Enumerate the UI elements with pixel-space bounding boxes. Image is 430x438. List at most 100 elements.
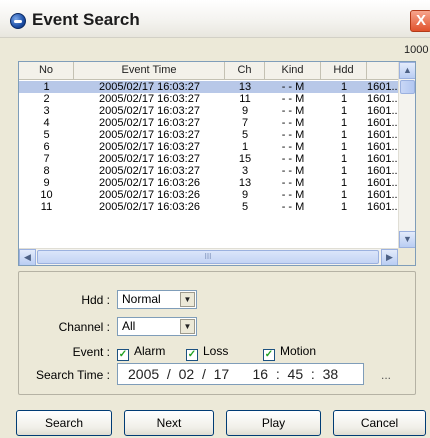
row-kind: - - M [281, 117, 305, 129]
list-header: No Event Time Ch Kind Hdd [19, 62, 398, 80]
table-row[interactable]: 1 2005/02/17 16:03:27 13 - - M 1 1601... [19, 81, 398, 93]
row-extra: 1601... [367, 129, 398, 141]
row-hdd: 1 [340, 141, 348, 153]
cancel-button[interactable]: Cancel [333, 410, 426, 436]
row-event-time: 2005/02/17 16:03:27 [99, 105, 200, 117]
row-kind: - - M [281, 177, 305, 189]
checkbox-check-icon: ✓ [263, 349, 275, 361]
row-extra: 1601... [367, 93, 398, 105]
chevron-down-icon[interactable]: ▼ [180, 292, 195, 307]
scroll-left-button[interactable]: ◀ [19, 249, 36, 265]
loss-checkbox-label: Loss [203, 344, 229, 358]
column-header-extra[interactable] [367, 62, 398, 80]
row-channel: 7 [241, 117, 249, 129]
row-no: 3 [43, 105, 50, 117]
chevron-down-icon[interactable]: ▼ [180, 319, 195, 334]
loss-checkbox[interactable]: ✓ Loss [186, 344, 229, 361]
scroll-down-button[interactable]: ▼ [399, 231, 415, 248]
column-header-ch[interactable]: Ch [225, 62, 265, 80]
alarm-checkbox[interactable]: ✓ Alarm [117, 344, 166, 361]
table-row[interactable]: 7 2005/02/17 16:03:27 15 - - M 1 1601... [19, 153, 398, 165]
search-time-field[interactable]: 2005 / 02 / 17 16 : 45 : 38 [117, 363, 364, 385]
row-hdd: 1 [340, 105, 348, 117]
row-channel: 15 [238, 153, 252, 165]
play-button[interactable]: Play [226, 410, 321, 436]
table-row[interactable]: 10 2005/02/17 16:03:26 9 - - M 1 1601... [19, 189, 398, 201]
table-row[interactable]: 2 2005/02/17 16:03:27 11 - - M 1 1601... [19, 93, 398, 105]
event-search-window: Event Search X 1000 No Event Time Ch Kin… [0, 0, 430, 438]
row-hdd: 1 [340, 93, 348, 105]
row-kind: - - M [281, 189, 305, 201]
row-extra: 1601... [367, 117, 398, 129]
row-hdd: 1 [340, 81, 348, 93]
row-no: 1 [43, 81, 50, 93]
window-title: Event Search [32, 10, 140, 29]
channel-select-value: All [122, 319, 136, 333]
row-channel: 3 [241, 165, 249, 177]
row-extra: 1601... [367, 141, 398, 153]
search-time-label: Search Time : [35, 368, 110, 382]
row-no: 7 [43, 153, 50, 165]
row-event-time: 2005/02/17 16:03:26 [99, 201, 200, 213]
channel-label: Channel : [58, 320, 110, 334]
hdd-select[interactable]: Normal ▼ [117, 290, 197, 309]
row-event-time: 2005/02/17 16:03:27 [99, 129, 200, 141]
table-row[interactable]: 5 2005/02/17 16:03:27 5 - - M 1 1601... [19, 129, 398, 141]
app-globe-icon [10, 13, 26, 29]
horizontal-scroll-thumb[interactable]: III [37, 250, 379, 264]
row-no: 2 [43, 93, 50, 105]
row-channel: 5 [241, 129, 249, 141]
column-header-event-time[interactable]: Event Time [74, 62, 225, 80]
event-label: Event : [72, 345, 110, 359]
column-header-kind[interactable]: Kind [265, 62, 321, 80]
row-no: 10 [40, 189, 53, 201]
row-event-time: 2005/02/17 16:03:27 [99, 81, 200, 93]
column-header-no[interactable]: No [19, 62, 74, 80]
row-extra: 1601... [367, 177, 398, 189]
row-extra: 1601... [367, 105, 398, 117]
row-kind: - - M [281, 105, 305, 117]
row-channel: 9 [241, 189, 249, 201]
motion-checkbox[interactable]: ✓ Motion [263, 345, 316, 361]
search-time-more-button[interactable]: ... [381, 368, 391, 382]
row-kind: - - M [281, 81, 305, 93]
table-row[interactable]: 6 2005/02/17 16:03:27 1 - - M 1 1601... [19, 141, 398, 153]
row-channel: 1 [241, 141, 249, 153]
row-channel: 11 [239, 93, 251, 105]
result-count: 1000 [404, 44, 429, 56]
row-extra: 1601... [367, 201, 398, 213]
hdd-select-value: Normal [122, 292, 161, 306]
vertical-scrollbar[interactable]: ▲ ▼ [398, 62, 415, 248]
close-button[interactable]: X [410, 10, 430, 32]
row-event-time: 2005/02/17 16:03:26 [99, 177, 200, 189]
horizontal-scrollbar[interactable]: ◀ III ▶ [19, 248, 398, 265]
row-kind: - - M [281, 141, 305, 153]
checkbox-check-icon: ✓ [117, 349, 129, 361]
table-row[interactable]: 8 2005/02/17 16:03:27 3 - - M 1 1601... [19, 165, 398, 177]
event-list[interactable]: No Event Time Ch Kind Hdd 1 2005/02/17 16… [18, 61, 416, 266]
checkbox-check-icon: ✓ [186, 349, 198, 361]
table-row[interactable]: 9 2005/02/17 16:03:26 13 - - M 1 1601... [19, 177, 398, 189]
row-no: 4 [43, 117, 50, 129]
scroll-up-button[interactable]: ▲ [399, 62, 415, 79]
channel-select[interactable]: All ▼ [117, 317, 197, 336]
row-kind: - - M [281, 165, 305, 177]
alarm-checkbox-label: Alarm [134, 344, 166, 358]
table-row[interactable]: 3 2005/02/17 16:03:27 9 - - M 1 1601... [19, 105, 398, 117]
column-header-hdd[interactable]: Hdd [321, 62, 367, 80]
row-kind: - - M [281, 93, 305, 105]
scroll-right-button[interactable]: ▶ [381, 249, 398, 265]
row-hdd: 1 [340, 153, 348, 165]
row-kind: - - M [281, 201, 305, 213]
table-row[interactable]: 4 2005/02/17 16:03:27 7 - - M 1 1601... [19, 117, 398, 129]
table-row[interactable]: 11 2005/02/17 16:03:26 5 - - M 1 1601... [19, 201, 398, 213]
next-button[interactable]: Next [124, 410, 214, 436]
row-extra: 1601... [367, 165, 398, 177]
row-hdd: 1 [340, 165, 348, 177]
vertical-scroll-thumb[interactable] [400, 80, 415, 94]
row-event-time: 2005/02/17 16:03:27 [99, 141, 200, 153]
row-kind: - - M [281, 153, 305, 165]
row-hdd: 1 [340, 177, 348, 189]
row-event-time: 2005/02/17 16:03:27 [99, 93, 200, 105]
search-button[interactable]: Search [16, 410, 112, 436]
